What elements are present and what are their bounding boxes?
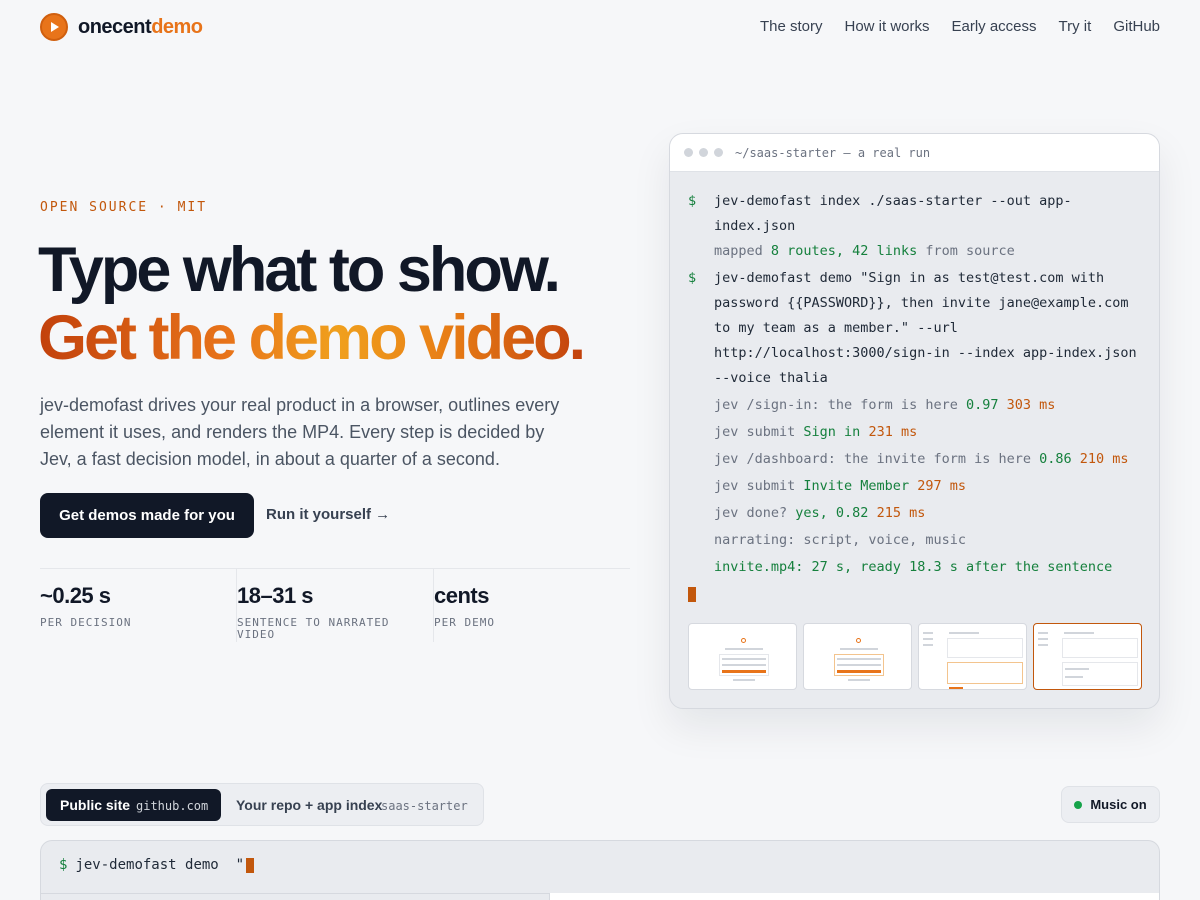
nav-link-github[interactable]: GitHub: [1113, 18, 1160, 35]
terminal-line: narrating: script, voice, music: [714, 532, 966, 548]
hero-title: Type what to show. Get the demo video.: [38, 235, 586, 373]
terminal-line: jev submit Sign in 231 ms: [714, 424, 918, 440]
terminal-output: $ jev-demofast index ./saas-starter --ou…: [688, 189, 1148, 580]
stat-value: 18–31 s: [237, 583, 314, 608]
your-repo-tab[interactable]: Your repo + app index saas-starter: [236, 789, 476, 821]
stat-label: SENTENCE TO NARRATED VIDEO: [237, 616, 390, 641]
window-dot-icon: [714, 148, 723, 157]
terminal-line: mapped 8 routes, 42 links from source: [714, 243, 1015, 259]
terminal-line: jev /dashboard: the invite form is here …: [714, 451, 1129, 467]
music-label: Music on: [1090, 797, 1147, 812]
public-site-tab[interactable]: Public site github.com: [46, 789, 221, 821]
command-input-panel[interactable]: $ jev-demofast demo ": [40, 840, 1160, 900]
tab-sublabel: saas-starter: [381, 799, 468, 813]
preview-pane: [549, 893, 1159, 900]
command-line[interactable]: $ jev-demofast demo ": [59, 857, 255, 873]
tab-label: Public site: [60, 797, 131, 813]
stat-value: cents: [434, 583, 489, 608]
source-toggle: Public site github.com Your repo + app i…: [40, 783, 484, 826]
terminal-command: jev-demofast index ./saas-starter --out …: [714, 193, 1072, 234]
video-thumbnail-invite[interactable]: [1033, 623, 1142, 690]
terminal-line: jev /sign-in: the form is here 0.97 303 …: [714, 397, 1056, 413]
video-thumbnails: [688, 623, 1142, 690]
window-dot-icon: [684, 148, 693, 157]
terminal-line: invite.mp4: 27 s, ready 18.3 s after the…: [714, 559, 1113, 575]
terminal-prompt: $: [688, 193, 697, 209]
terminal-title: ~/saas-starter — a real run: [735, 145, 931, 160]
stat-label: PER DEMO: [434, 616, 495, 629]
terminal-prompt: $: [688, 270, 697, 286]
top-nav: The story How it works Early access Try …: [760, 18, 1160, 35]
play-icon: [40, 13, 68, 41]
terminal-window: ~/saas-starter — a real run $ jev-demofa…: [669, 133, 1160, 709]
stat-cost: cents PER DEMO: [433, 569, 630, 642]
run-it-yourself-link[interactable]: Run it yourself →: [266, 506, 390, 523]
command-prompt: $: [59, 857, 68, 873]
terminal-line: $ jev-demofast demo "Sign in as test@tes…: [688, 266, 1148, 391]
stat-decision: ~0.25 s PER DECISION: [40, 569, 236, 642]
video-thumbnail-signin[interactable]: [688, 623, 797, 690]
hero-eyebrow: OPEN SOURCE · MIT: [40, 200, 208, 215]
brand-logo[interactable]: onecentdemo: [40, 13, 203, 41]
terminal-cursor: [688, 587, 696, 602]
terminal-line: $ jev-demofast index ./saas-starter --ou…: [688, 189, 1148, 239]
tab-sublabel: github.com: [136, 799, 209, 813]
stats-row: ~0.25 s PER DECISION 18–31 s SENTENCE TO…: [40, 568, 630, 642]
window-dot-icon: [699, 148, 708, 157]
terminal-command: jev-demofast demo "Sign in as test@test.…: [714, 270, 1137, 386]
nav-link-try-it[interactable]: Try it: [1059, 18, 1092, 35]
video-thumbnail-dashboard[interactable]: [918, 623, 1027, 690]
terminal-line: jev submit Invite Member 297 ms: [714, 478, 966, 494]
nav-link-how-it-works[interactable]: How it works: [844, 18, 929, 35]
hero-title-line1: Type what to show.: [38, 235, 561, 305]
brand-name: onecentdemo: [78, 15, 203, 38]
stat-value: ~0.25 s: [40, 583, 111, 608]
terminal-line: jev done? yes, 0.82 215 ms: [714, 505, 926, 521]
status-dot-icon: [1074, 800, 1083, 809]
video-thumbnail-signin-filled[interactable]: [803, 623, 912, 690]
stat-label: PER DECISION: [40, 616, 132, 629]
nav-link-story[interactable]: The story: [760, 18, 823, 35]
nav-link-early-access[interactable]: Early access: [952, 18, 1037, 35]
music-toggle[interactable]: Music on: [1061, 786, 1160, 823]
terminal-titlebar: ~/saas-starter — a real run: [670, 134, 1159, 172]
hero-description: jev-demofast drives your real product in…: [40, 395, 560, 469]
get-demos-button[interactable]: Get demos made for you: [40, 493, 254, 538]
stat-video-time: 18–31 s SENTENCE TO NARRATED VIDEO: [236, 569, 433, 642]
hero-title-line2: Get the demo video.: [38, 303, 586, 373]
tab-label: Your repo + app index: [236, 797, 383, 813]
command-text: jev-demofast demo ": [75, 857, 245, 873]
command-cursor: [246, 857, 255, 873]
